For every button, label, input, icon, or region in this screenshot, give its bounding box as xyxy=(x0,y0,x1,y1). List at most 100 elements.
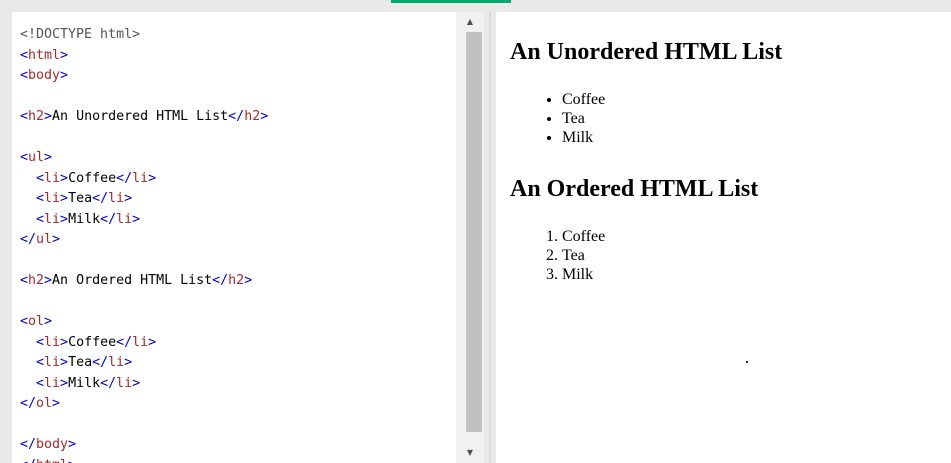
code-token: </ xyxy=(212,273,229,288)
code-token: > xyxy=(44,109,53,124)
active-tab-indicator xyxy=(391,0,511,3)
code-line[interactable]: <li>Coffee</li> xyxy=(20,169,268,190)
code-line[interactable]: <!DOCTYPE html> xyxy=(20,25,268,46)
code-line[interactable]: <ol> xyxy=(20,312,268,333)
list-item: Coffee xyxy=(562,227,605,246)
code-line[interactable] xyxy=(20,415,268,436)
code-line[interactable]: <h2>An Ordered HTML List</h2> xyxy=(20,271,268,292)
code-line[interactable]: <li>Milk</li> xyxy=(20,374,268,395)
code-line[interactable]: <li>Milk</li> xyxy=(20,210,268,231)
code-token: < xyxy=(20,273,29,288)
code-token: body xyxy=(36,437,69,452)
code-token: Tea xyxy=(68,355,93,370)
code-token: </ xyxy=(20,437,37,452)
code-token: > xyxy=(44,150,53,165)
code-token: > xyxy=(60,47,69,63)
divider-line xyxy=(489,12,491,463)
code-line[interactable] xyxy=(20,292,268,313)
code-token: > xyxy=(60,355,69,370)
code-token: h2 xyxy=(28,109,45,124)
stray-dot xyxy=(746,361,748,363)
code-token: An Ordered HTML List xyxy=(52,273,213,288)
code-line[interactable] xyxy=(20,251,268,272)
scroll-down-arrow-icon[interactable]: ▼ xyxy=(456,443,484,463)
code-token: > xyxy=(52,232,61,247)
code-token: </ xyxy=(228,109,245,124)
code-token: </ xyxy=(20,232,37,247)
pane-resize-divider[interactable] xyxy=(484,12,496,463)
code-token: html xyxy=(36,458,68,463)
code-token: > xyxy=(60,334,69,350)
ordered-list-heading: An Ordered HTML List xyxy=(510,176,759,202)
code-token: < xyxy=(36,170,45,186)
code-token: > xyxy=(44,273,53,288)
code-token: li xyxy=(44,211,61,227)
code-token: </ xyxy=(116,334,133,350)
scrollbar-thumb[interactable] xyxy=(466,32,482,432)
unordered-list: Coffee Tea Milk xyxy=(510,90,605,147)
code-token: </ xyxy=(116,170,133,186)
code-token: > xyxy=(148,170,157,186)
code-token: < xyxy=(20,150,29,165)
code-editor-scrollbar[interactable]: ▲ ▼ xyxy=(456,12,484,463)
code-line[interactable]: <html> xyxy=(20,46,268,67)
code-token: > xyxy=(60,375,69,391)
code-token: ul xyxy=(28,150,45,165)
code-token: Milk xyxy=(68,211,101,227)
code-token: < xyxy=(20,68,29,83)
code-token: Milk xyxy=(68,375,101,391)
code-token: li xyxy=(44,170,61,186)
code-token: h2 xyxy=(244,109,261,124)
code-line[interactable]: <h2>An Unordered HTML List</h2> xyxy=(20,107,268,128)
code-token: li xyxy=(132,170,149,186)
code-line[interactable] xyxy=(20,128,268,149)
unordered-list-heading: An Unordered HTML List xyxy=(510,39,783,65)
code-line[interactable] xyxy=(20,87,268,108)
code-token: An Unordered HTML List xyxy=(52,109,229,124)
list-item: Tea xyxy=(562,246,605,265)
code-token: < xyxy=(36,375,45,391)
scroll-up-arrow-icon[interactable]: ▲ xyxy=(456,12,484,32)
code-line[interactable]: <li>Tea</li> xyxy=(20,189,268,210)
code-line[interactable]: </ol> xyxy=(20,394,268,415)
code-token: > xyxy=(260,109,269,124)
code-token: <!DOCTYPE html> xyxy=(20,27,141,42)
code-line[interactable]: <ul> xyxy=(20,148,268,169)
code-token: < xyxy=(36,211,45,227)
list-item: Coffee xyxy=(562,90,605,109)
list-item: Milk xyxy=(562,265,605,284)
code-line[interactable]: <li>Tea</li> xyxy=(20,353,268,374)
code-line[interactable]: </body> xyxy=(20,435,268,456)
code-token: > xyxy=(124,355,133,370)
code-token: </ xyxy=(92,355,109,370)
code-line[interactable]: </ul> xyxy=(20,230,268,251)
code-token: </ xyxy=(20,458,36,463)
code-token: li xyxy=(132,334,149,350)
code-token: body xyxy=(28,68,61,83)
code-line[interactable]: <li>Coffee</li> xyxy=(20,333,268,354)
code-editor-pane[interactable]: <!DOCTYPE html> <html> <body> <h2>An Unorde… xyxy=(12,12,456,463)
code-token: > xyxy=(244,273,253,288)
code-token: > xyxy=(68,458,76,463)
code-token: h2 xyxy=(28,273,45,288)
code-token: li xyxy=(44,355,61,370)
result-preview-pane: An Unordered HTML List Coffee Tea Milk A… xyxy=(496,12,951,463)
code-editor-text[interactable]: <!DOCTYPE html> <html> <body> <h2>An Unorde… xyxy=(20,25,268,463)
list-item: Tea xyxy=(562,109,605,128)
code-token: < xyxy=(36,355,45,370)
code-token: li xyxy=(44,191,61,206)
code-token: li xyxy=(116,211,133,227)
code-token: html xyxy=(28,47,61,63)
code-token: < xyxy=(36,334,45,350)
code-line[interactable]: <body> xyxy=(20,66,268,87)
code-token: < xyxy=(20,314,29,329)
code-token: </ xyxy=(100,211,117,227)
code-token: Coffee xyxy=(68,334,117,350)
code-token: li xyxy=(44,375,61,391)
code-token: ul xyxy=(36,232,53,247)
code-line[interactable]: </html> xyxy=(20,456,268,463)
